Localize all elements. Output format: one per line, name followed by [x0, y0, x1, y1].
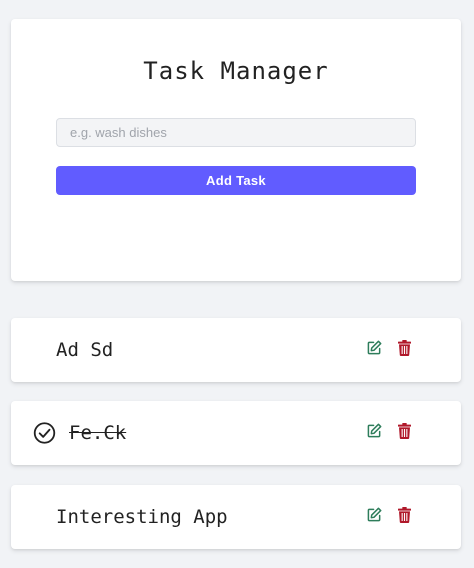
trash-icon[interactable] — [398, 423, 411, 439]
task-text[interactable]: Interesting App — [56, 506, 228, 528]
edit-icon[interactable] — [367, 340, 382, 355]
trash-icon[interactable] — [398, 340, 411, 356]
task-text[interactable]: Fe.Ck — [69, 422, 126, 444]
edit-icon[interactable] — [367, 423, 382, 438]
task-item: Interesting App — [11, 485, 461, 549]
edit-icon[interactable] — [367, 507, 382, 522]
check-circle-icon[interactable] — [33, 422, 56, 445]
task-form-card: Task Manager Add Task — [11, 19, 461, 281]
task-input[interactable] — [56, 118, 416, 147]
task-item: Fe.Ck — [11, 401, 461, 465]
task-item: Ad Sd — [11, 318, 461, 382]
task-text[interactable]: Ad Sd — [56, 339, 113, 361]
trash-icon[interactable] — [398, 507, 411, 523]
page-title: Task Manager — [143, 57, 329, 85]
add-task-button[interactable]: Add Task — [56, 166, 416, 195]
